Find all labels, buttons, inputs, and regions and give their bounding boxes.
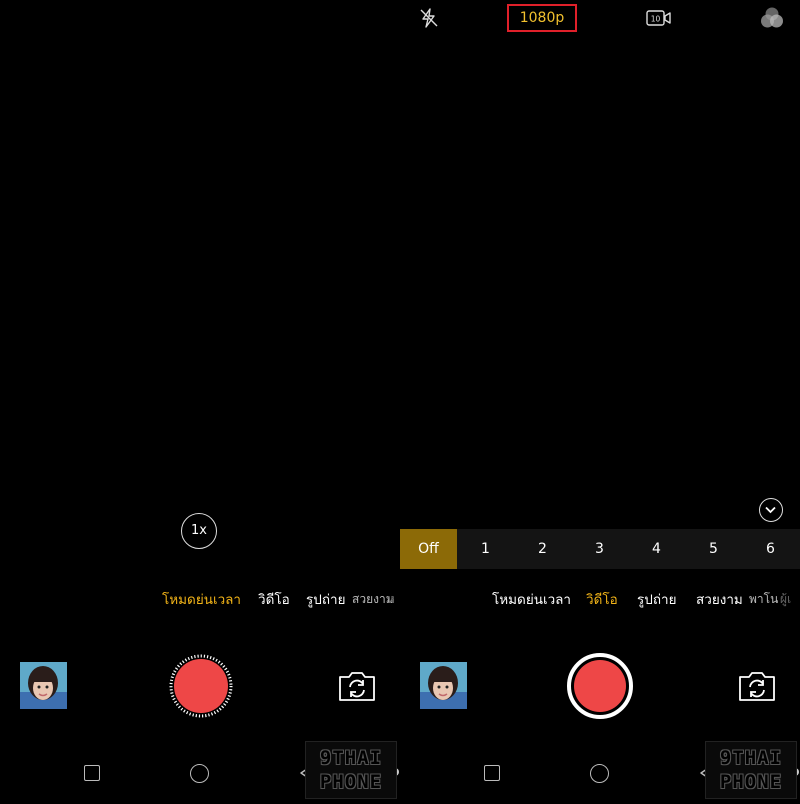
mode-tab-photo[interactable]: รูปถ่าย [306,588,346,610]
watermark-line1: 9THAI [719,747,783,769]
mode-tab-more[interactable]: ห [387,590,395,609]
mode-tab-photo[interactable]: รูปถ่าย [637,588,677,610]
speed-option-4[interactable]: 4 [628,529,685,569]
mode-tab-timelapse[interactable]: โหมดย่นเวลา [162,588,241,610]
left-camera-panel: 1x โหมดย่นเวลา วิดีโอ รูปถ่าย สวยงาม ห 9… [0,0,400,804]
timer-10-video-icon[interactable]: 10 [646,9,672,27]
resolution-button[interactable]: 1080p [507,4,577,32]
speed-option-off[interactable]: Off [400,529,457,569]
gallery-thumbnail[interactable] [420,662,467,709]
filter-icon[interactable] [760,6,784,30]
recent-apps-icon[interactable] [84,765,100,781]
flash-off-icon[interactable] [418,7,440,29]
right-camera-panel: 1080p 10 Off 1 2 3 4 5 6 โหมดย่นเวลา วิด… [400,0,800,804]
watermark-line1: 9THAI [319,747,383,769]
switch-camera-icon[interactable] [337,669,377,703]
timelapse-speed-selector: Off 1 2 3 4 5 6 [400,529,800,569]
watermark-logo: 9THAI PHONE [705,741,797,799]
speed-option-3[interactable]: 3 [571,529,628,569]
home-icon[interactable] [190,764,209,783]
watermark-logo: 9THAI PHONE [305,741,397,799]
switch-camera-icon[interactable] [737,669,777,703]
zoom-button[interactable]: 1x [181,513,217,549]
speed-option-6[interactable]: 6 [742,529,799,569]
speed-option-2[interactable]: 2 [514,529,571,569]
mode-tab-video[interactable]: วิดีโอ [586,588,618,610]
mode-tab-panorama[interactable]: พาโน [749,590,778,609]
speed-option-5[interactable]: 5 [685,529,742,569]
home-icon[interactable] [590,764,609,783]
watermark-line2: PHONE [319,771,383,793]
mode-tabs: โหมดย่นเวลา วิดีโอ รูปถ่าย สวยงาม ห [0,588,400,612]
mode-tab-beauty[interactable]: สวยงาม [696,588,743,610]
timelapse-shutter-button[interactable] [169,654,233,718]
gallery-thumbnail[interactable] [20,662,67,709]
mode-tab-timelapse[interactable]: โหมดย่นเวลา [492,588,571,610]
svg-text:10: 10 [651,15,661,24]
speed-option-1[interactable]: 1 [457,529,514,569]
mode-tabs: โหมดย่นเวลา วิดีโอ รูปถ่าย สวยงาม พาโน ผ… [400,588,800,612]
watermark-line2: PHONE [719,771,783,793]
record-button-core[interactable] [574,660,626,712]
mode-tab-video[interactable]: วิดีโอ [258,588,290,610]
mode-tab-more[interactable]: ผู้เ [780,590,791,609]
recent-apps-icon[interactable] [484,765,500,781]
collapse-chevron-icon[interactable] [759,498,783,522]
